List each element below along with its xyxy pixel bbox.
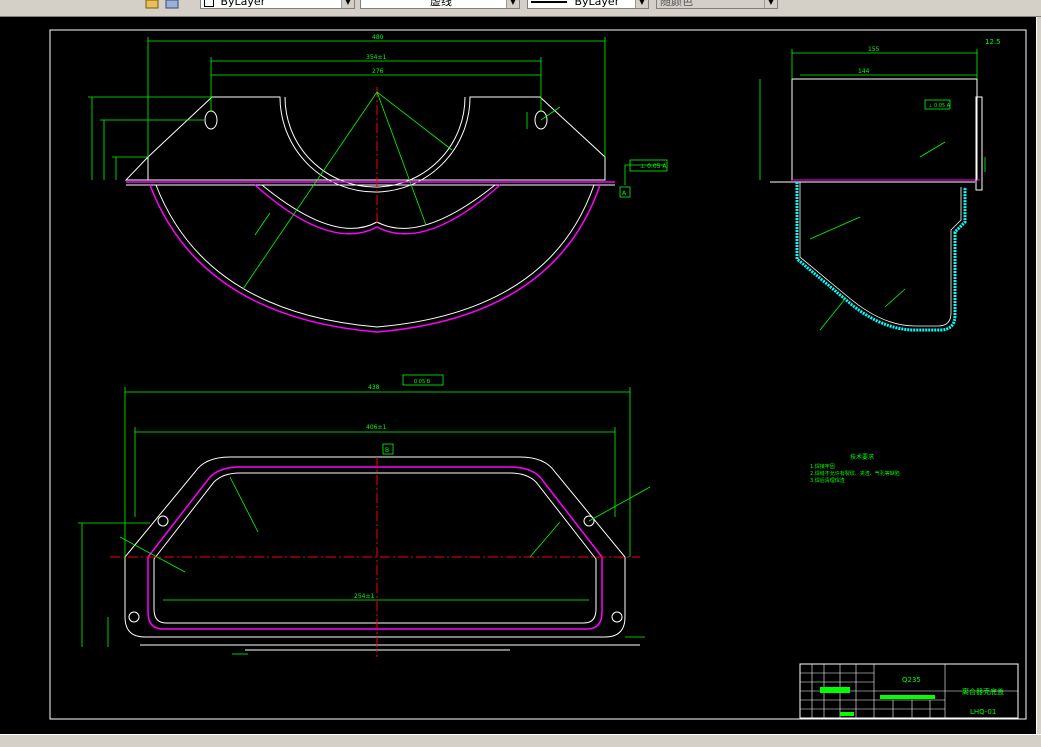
plotstyle-value: 随颜色 xyxy=(660,0,693,8)
lineweight-dropdown[interactable]: ByLayer ▼ xyxy=(527,0,649,9)
color-dropdown[interactable]: ByLayer ▼ xyxy=(200,0,355,9)
layers-stack-icon[interactable] xyxy=(165,0,179,9)
title-material: Q235 xyxy=(902,676,921,684)
chevron-down-icon[interactable]: ▼ xyxy=(341,0,354,8)
side-dim-width: 155 xyxy=(868,46,880,53)
note-line-3: 3.焊后清理焊渣 xyxy=(810,477,845,484)
top-view: 438 406±1 254±1 B 0.05 B xyxy=(78,374,651,657)
plotstyle-dropdown[interactable]: 随颜色 ▼ xyxy=(656,0,778,9)
top-dim-overall: 438 xyxy=(368,384,380,391)
title-block: Q235 离合器壳底盖 LHQ-01 xyxy=(799,663,1019,719)
title-drawing-no: LHQ-01 xyxy=(970,708,996,716)
side-roughness: 12.5 xyxy=(985,38,1001,46)
side-datum-tol: ⊥ 0.05 A xyxy=(928,103,951,109)
front-datum: A xyxy=(622,190,627,197)
technical-notes: 技术要求 1.焊接牢固 2.焊缝不允许有裂纹、夹渣、气孔等缺陷 3.焊后清理焊渣 xyxy=(810,453,900,484)
top-dim-inner: 406±1 xyxy=(366,424,386,431)
linetype-value: 虚线 xyxy=(430,0,452,8)
title-part-name: 离合器壳底盖 xyxy=(962,687,1004,696)
top-flatness: 0.05 B xyxy=(414,379,431,385)
side-view: 155 144 ⊥ 0.05 A 12.5 xyxy=(759,38,1001,332)
top-dim-bottom: 254±1 xyxy=(354,593,374,600)
chevron-down-icon[interactable]: ▼ xyxy=(506,0,519,8)
front-dim-inner: 276 xyxy=(372,68,384,75)
front-roughness: ⊥ 0.05 A xyxy=(640,163,667,170)
side-dim-inner: 144 xyxy=(858,68,870,75)
lineweight-value: ByLayer xyxy=(574,0,620,8)
front-dim-overall: 480 xyxy=(372,34,384,41)
lineweight-sample-icon xyxy=(531,1,567,3)
color-swatch-icon xyxy=(204,0,214,7)
notes-title: 技术要求 xyxy=(850,453,874,461)
drawing-canvas[interactable]: 480 354±1 276 ⊥ 0.05 A A 155 144 ⊥ 0.05 … xyxy=(0,17,1037,734)
linetype-dropdown[interactable]: 虚线 ▼ xyxy=(360,0,520,9)
note-line-2: 2.焊缝不允许有裂纹、夹渣、气孔等缺陷 xyxy=(810,470,900,477)
top-datum: B xyxy=(385,447,389,454)
color-value: ByLayer xyxy=(220,0,266,8)
note-line-1: 1.焊接牢固 xyxy=(810,463,835,470)
layer-state-icon[interactable] xyxy=(145,0,159,9)
front-view: 480 354±1 276 ⊥ 0.05 A A xyxy=(88,34,667,333)
properties-toolbar: ByLayer ▼ 虚线 ▼ ByLayer ▼ 随颜色 ▼ xyxy=(0,0,1041,17)
chevron-down-icon[interactable]: ▼ xyxy=(764,0,777,8)
front-dim-bolt-span: 354±1 xyxy=(366,54,386,61)
vertical-scrollbar[interactable] xyxy=(1036,17,1041,734)
chevron-down-icon[interactable]: ▼ xyxy=(635,0,648,8)
horizontal-scrollbar[interactable] xyxy=(0,734,1041,747)
drawing-border xyxy=(49,29,1027,720)
drawing-svg[interactable]: 480 354±1 276 ⊥ 0.05 A A 155 144 ⊥ 0.05 … xyxy=(0,17,1036,734)
